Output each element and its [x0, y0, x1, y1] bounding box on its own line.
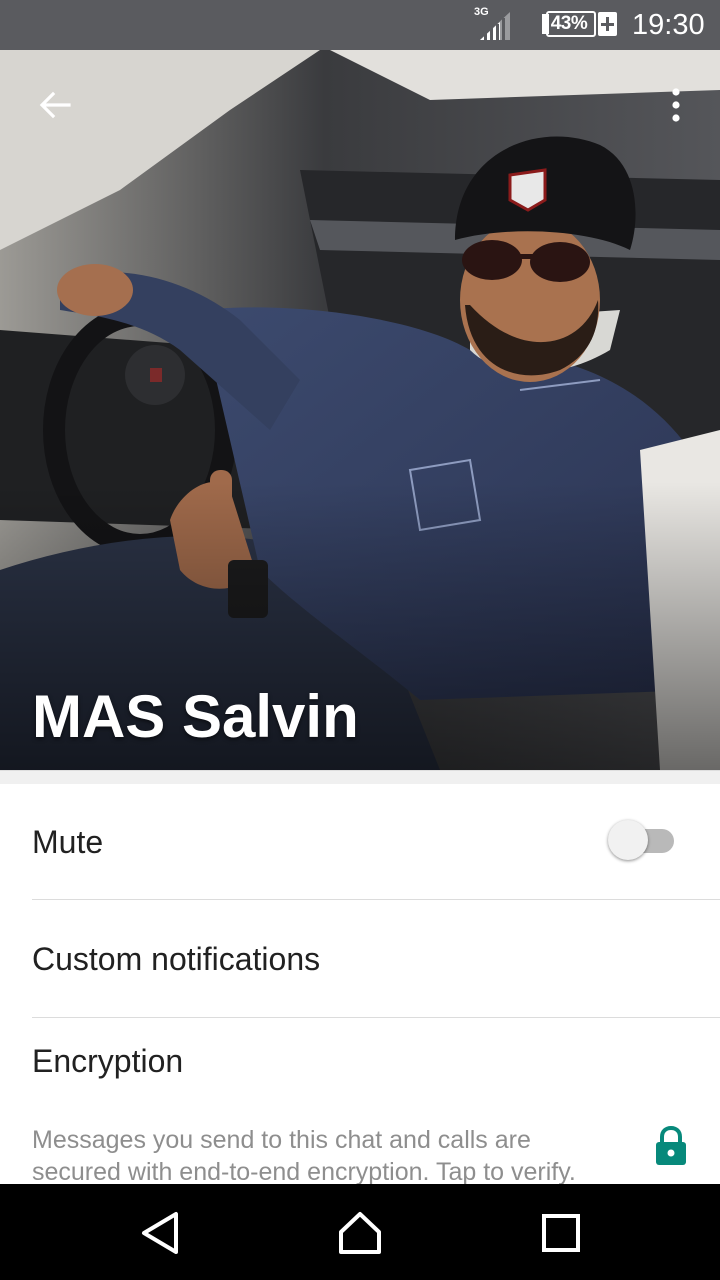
contact-photo[interactable] — [0, 50, 720, 770]
mute-toggle[interactable] — [608, 820, 676, 864]
navigation-bar — [0, 1184, 720, 1280]
mute-row[interactable]: Mute — [0, 784, 720, 900]
mute-toggle-thumb — [608, 820, 648, 860]
recents-icon[interactable] — [536, 1210, 586, 1256]
more-vert-icon[interactable] — [661, 85, 691, 125]
lock-icon — [656, 1126, 686, 1165]
battery-percent: 43% — [550, 13, 588, 34]
custom-notifications-row[interactable]: Custom notifications — [0, 900, 720, 1018]
back-arrow-icon[interactable] — [35, 85, 75, 125]
contact-name: MAS Salvin — [32, 683, 359, 750]
status-time: 19:30 — [632, 9, 705, 41]
back-triangle-icon[interactable] — [136, 1210, 186, 1256]
mute-label: Mute — [32, 824, 104, 860]
encryption-description: Messages you send to this chat and calls… — [32, 1126, 576, 1184]
encryption-title: Encryption — [32, 1043, 184, 1079]
custom-notifications-label: Custom notifications — [32, 941, 321, 977]
home-icon[interactable] — [335, 1210, 385, 1256]
contact-photo-header: MAS Salvin — [0, 50, 720, 770]
status-bar: 3G 43% 19:30 — [0, 0, 720, 50]
section-divider — [0, 770, 720, 784]
encryption-row[interactable]: Encryption Messages you send to this cha… — [0, 1018, 720, 1184]
signal-icon — [480, 12, 510, 40]
